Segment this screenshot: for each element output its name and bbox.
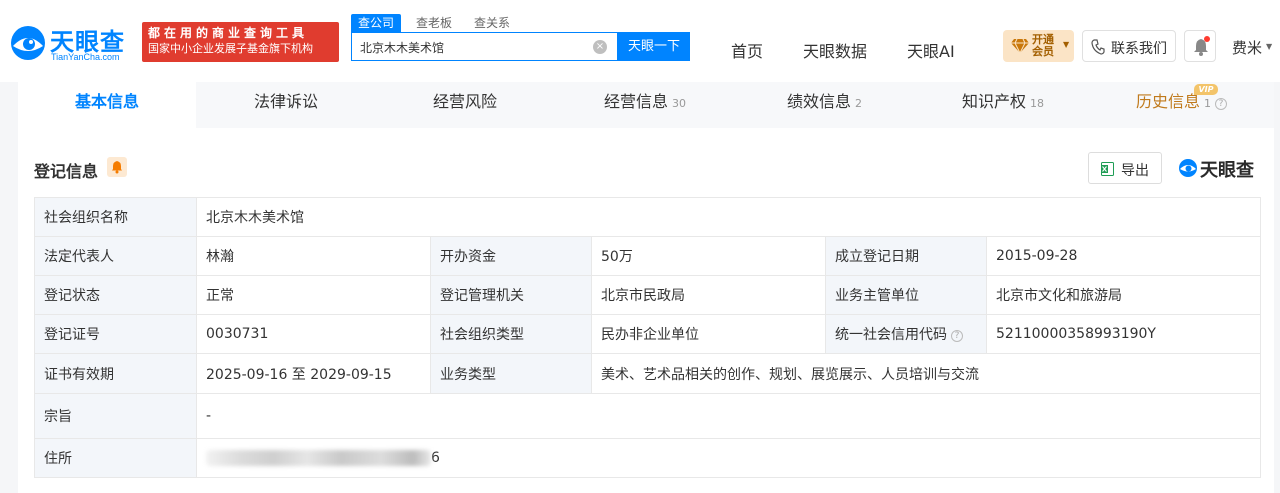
authority-value: 北京市民政局: [591, 275, 826, 315]
tab-label: 知识产权: [962, 92, 1027, 111]
purpose-value: -: [195, 393, 1262, 439]
excel-icon: [1101, 162, 1114, 176]
tab-basic-info[interactable]: 基本信息: [18, 82, 196, 128]
search-tab-company[interactable]: 查公司: [351, 14, 402, 32]
search-box: ×: [351, 32, 618, 61]
org-type-label: 社会组织类型: [430, 314, 592, 354]
tab-label: 基本信息: [74, 92, 139, 111]
tab-label: 法律诉讼: [254, 92, 319, 111]
tab-label: 绩效信息: [787, 92, 852, 111]
top-header: 天眼查 TianYanCha.com 都在用的商业查询工具 国家中小企业发展子基…: [0, 0, 1280, 82]
credit-code-cell: 统一社会信用代码?: [825, 314, 987, 354]
nav-home[interactable]: 首页: [731, 38, 763, 62]
search-type-tabs: 查公司 查老板 查关系: [351, 14, 525, 32]
contact-us-label: 联系我们: [1111, 41, 1167, 57]
tab-label: 经营信息: [604, 92, 669, 111]
user-name[interactable]: 费米: [1232, 37, 1262, 58]
table-row: 住所 6: [34, 438, 1262, 478]
nav-tianyan-ai[interactable]: 天眼AI: [907, 38, 955, 62]
org-name-value: 北京木木美术馆: [195, 197, 1262, 237]
notification-dot: [1204, 36, 1210, 42]
help-icon[interactable]: ?: [951, 330, 963, 342]
tianyancha-logo[interactable]: 天眼查 TianYanCha.com: [8, 22, 138, 64]
chevron-down-icon: ▼: [1063, 40, 1070, 49]
tab-count: 1: [1204, 97, 1212, 110]
promo-line1: 都在用的商业查询工具: [148, 26, 309, 40]
promo-line2: 国家中小企业发展子基金旗下机构: [148, 42, 313, 55]
search-button[interactable]: 天眼一下: [618, 32, 690, 61]
tab-count: 30: [672, 97, 687, 110]
address-label: 住所: [34, 438, 197, 478]
status-value: 正常: [196, 275, 431, 315]
tianyancha-watermark: 天眼查: [1178, 156, 1264, 181]
cert-no-value: 0030731: [196, 314, 431, 354]
address-cell: 6: [195, 438, 1262, 478]
org-name-label: 社会组织名称: [34, 197, 197, 237]
logo-domain: TianYanCha.com: [51, 52, 120, 62]
table-row: 法定代表人 林瀚 开办资金 50万 成立登记日期 2015-09-28: [34, 236, 1262, 276]
section-badge[interactable]: [107, 157, 127, 177]
phone-icon: [1091, 39, 1105, 55]
vip-badge: VIP: [1194, 84, 1218, 95]
help-icon[interactable]: ?: [1215, 98, 1228, 110]
legal-rep-label: 法定代表人: [34, 236, 197, 276]
credit-code-value: 52110000358993190Y: [985, 314, 1262, 354]
legal-rep-value[interactable]: 林瀚: [196, 236, 431, 276]
search-tab-relation[interactable]: 查关系: [467, 14, 517, 32]
supervisor-label: 业务主管单位: [825, 275, 987, 315]
tab-performance[interactable]: 绩效信息 2: [787, 82, 862, 128]
validity-value: 2025-09-16 至 2029-09-15: [196, 353, 431, 394]
business-label: 业务类型: [430, 353, 592, 394]
export-label: 导出: [1121, 163, 1149, 179]
address-tail: 6: [431, 450, 440, 466]
clear-search-icon[interactable]: ×: [593, 40, 607, 54]
section-title: 登记信息: [34, 162, 99, 181]
blurred-address: [206, 450, 431, 466]
tab-count: 18: [1030, 97, 1045, 110]
detail-tabs: 基本信息 法律诉讼 经营风险 经营信息 30 绩效信息 2 知识产权 18 历史信息 1…: [18, 82, 1274, 128]
diamond-icon: [1011, 38, 1029, 54]
capital-value: 50万: [591, 236, 826, 276]
company-detail-card: 基本信息 法律诉讼 经营风险 经营信息 30 绩效信息 2 知识产权 18 历史信息 1…: [18, 82, 1274, 493]
open-vip-button[interactable]: 开通会员 ▼: [1003, 30, 1074, 62]
search-tab-boss[interactable]: 查老板: [409, 14, 459, 32]
table-row: 登记状态 正常 登记管理机关 北京市民政局 业务主管单位 北京市文化和旅游局: [34, 275, 1262, 315]
promo-banner[interactable]: 都在用的商业查询工具 国家中小企业发展子基金旗下机构: [142, 22, 339, 62]
tab-count: 2: [855, 97, 863, 110]
eye-logo-icon: [1179, 159, 1197, 177]
cert-no-label: 登记证号: [34, 314, 197, 354]
export-button[interactable]: 导出: [1088, 152, 1162, 184]
table-row: 宗旨 -: [34, 393, 1262, 439]
table-row: 社会组织名称 北京木木美术馆: [34, 197, 1262, 237]
capital-label: 开办资金: [430, 236, 592, 276]
authority-label: 登记管理机关: [430, 275, 592, 315]
reg-date-label: 成立登记日期: [825, 236, 987, 276]
watermark-name: 天眼查: [1200, 160, 1254, 181]
business-value: 美术、艺术品相关的创作、规划、展览展示、人员培训与交流: [590, 353, 1262, 394]
tab-operational-risk[interactable]: 经营风险: [433, 82, 497, 128]
eye-logo-icon: [11, 26, 45, 60]
reg-date-value: 2015-09-28: [985, 236, 1262, 276]
tab-business-info[interactable]: 经营信息 30: [604, 82, 686, 128]
purpose-label: 宗旨: [34, 393, 197, 439]
tab-label: 经营风险: [433, 92, 498, 111]
open-vip-label: 开通会员: [1032, 33, 1054, 58]
tab-label: 历史信息: [1136, 92, 1201, 111]
table-row: 登记证号 0030731 社会组织类型 民办非企业单位 统一社会信用代码? 52…: [34, 314, 1262, 354]
credit-code-label: 统一社会信用代码: [835, 327, 947, 343]
status-label: 登记状态: [34, 275, 197, 315]
table-row: 证书有效期 2025-09-16 至 2029-09-15 业务类型 美术、艺术…: [34, 353, 1262, 394]
user-menu-chevron-icon[interactable]: ▼: [1266, 42, 1272, 51]
bell-alert-icon: [112, 161, 122, 174]
validity-label: 证书有效期: [34, 353, 197, 394]
contact-us-button[interactable]: 联系我们: [1082, 30, 1176, 62]
registration-table: 社会组织名称 北京木木美术馆 法定代表人 林瀚 开办资金 50万 成立登记日期 …: [34, 197, 1262, 478]
search-input[interactable]: [360, 38, 585, 56]
tab-litigation[interactable]: 法律诉讼: [254, 82, 318, 128]
tab-intellectual-property[interactable]: 知识产权 18: [962, 82, 1044, 128]
nav-tianyan-data[interactable]: 天眼数据: [803, 38, 867, 62]
supervisor-value: 北京市文化和旅游局: [985, 275, 1262, 315]
notification-button[interactable]: [1184, 30, 1216, 62]
org-type-value: 民办非企业单位: [591, 314, 826, 354]
